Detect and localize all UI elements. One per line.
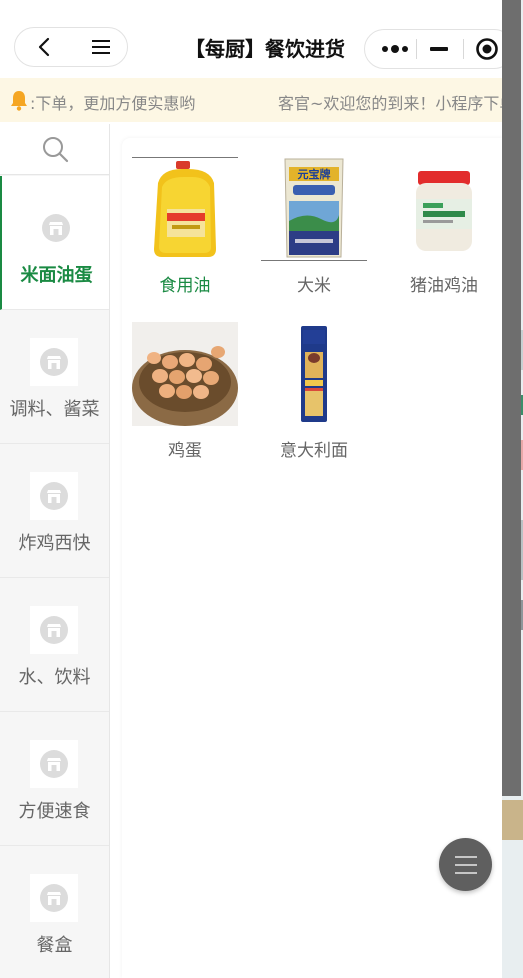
sidebar-item-rice-noodle-oil-egg[interactable]: 米面油蛋 xyxy=(0,176,109,310)
shop-icon xyxy=(42,214,70,242)
miniprogram-capsule xyxy=(364,29,502,69)
background-strip xyxy=(500,0,523,978)
sidebar-item-label: 米面油蛋 xyxy=(20,265,93,286)
product-item-eggs[interactable]: 鸡蛋 xyxy=(132,322,238,461)
sidebar-item-instant-food[interactable]: 方便速食 xyxy=(0,712,109,846)
notice-text-secondary: 客官~欢迎您的到来！小程序下单 xyxy=(278,94,502,113)
scrollbar[interactable] xyxy=(502,0,521,796)
menu-button[interactable] xyxy=(72,28,129,66)
more-dots-icon xyxy=(382,45,408,53)
sidebar-item-lunch-box[interactable]: 餐盒 xyxy=(0,846,109,978)
minimize-button[interactable] xyxy=(421,30,457,68)
header: 【每厨】餐饮进货 xyxy=(0,0,502,78)
product-image xyxy=(261,322,367,426)
product-name: 猪油鸡油 xyxy=(410,276,478,296)
category-icon xyxy=(32,204,80,252)
sidebar-item-fried-chicken[interactable]: 炸鸡西快 xyxy=(0,444,109,578)
product-item-oil[interactable]: 食用油 xyxy=(132,157,238,296)
sidebar-item-label: 水、饮料 xyxy=(18,667,91,688)
bell-icon xyxy=(11,91,27,111)
minus-icon xyxy=(430,47,448,51)
product-item-lard[interactable]: 猪油鸡油 xyxy=(391,157,497,296)
hamburger-icon xyxy=(454,855,477,874)
notice-bar[interactable]: :下单，更加方便实惠哟 客官~欢迎您的到来！小程序下单 xyxy=(0,78,502,122)
shop-icon xyxy=(40,616,68,644)
search-icon xyxy=(42,137,68,163)
category-icon xyxy=(30,338,78,386)
sidebar-item-drinks[interactable]: 水、饮料 xyxy=(0,578,109,712)
category-icon xyxy=(30,874,78,922)
sidebar-item-label: 方便速食 xyxy=(18,801,91,822)
rice-bag-image: 元宝牌 xyxy=(261,158,367,261)
sidebar-item-label: 调料、酱菜 xyxy=(9,399,100,420)
search-button[interactable] xyxy=(0,124,109,175)
phone-screen: 【每厨】餐饮进货:下单，更加方便实惠哟 客官~欢迎您的到来！小程序下单 米面油… xyxy=(0,0,502,978)
shop-icon xyxy=(40,482,68,510)
category-sidebar: 米面油蛋 调料、酱菜 炸鸡西快 水、饮料 方便速食 餐盒 xyxy=(0,124,110,978)
notice-text-primary: :下单，更加方便实惠哟 xyxy=(30,94,196,113)
product-image: 元宝牌 xyxy=(261,157,367,261)
target-circle-icon xyxy=(476,38,498,60)
product-name: 意大利面 xyxy=(280,441,348,461)
product-name: 鸡蛋 xyxy=(168,441,202,461)
category-icon xyxy=(30,740,78,788)
category-icon xyxy=(30,606,78,654)
sidebar-item-label: 餐盒 xyxy=(36,935,73,956)
shop-icon xyxy=(40,348,68,376)
category-icon xyxy=(30,472,78,520)
capsule-divider xyxy=(463,39,464,59)
back-button[interactable] xyxy=(15,28,72,66)
chevron-left-icon xyxy=(38,37,49,57)
close-button[interactable] xyxy=(469,30,502,68)
nav-pill xyxy=(14,27,128,67)
product-name: 食用油 xyxy=(159,276,211,296)
product-name: 大米 xyxy=(297,276,331,296)
floating-menu-button[interactable] xyxy=(439,838,492,891)
shop-icon xyxy=(40,750,68,778)
shop-icon xyxy=(40,884,68,912)
product-item-rice[interactable]: 元宝牌 大米 xyxy=(261,157,367,296)
product-image xyxy=(132,322,238,426)
oil-bottle-image xyxy=(132,157,238,257)
egg-basket-image xyxy=(132,322,238,426)
product-image xyxy=(391,157,497,261)
lard-jar-image xyxy=(416,171,472,251)
product-image xyxy=(132,157,238,261)
hamburger-icon xyxy=(91,40,110,54)
spaghetti-pack-image xyxy=(301,326,327,422)
capsule-divider xyxy=(416,39,417,59)
sidebar-item-seasoning[interactable]: 调料、酱菜 xyxy=(0,310,109,444)
page-title: 【每厨】餐饮进货 xyxy=(185,37,345,61)
more-button[interactable] xyxy=(375,30,415,68)
product-item-spaghetti[interactable]: 意大利面 xyxy=(261,322,367,461)
sidebar-item-label: 炸鸡西快 xyxy=(18,533,91,554)
svg-text:元宝牌: 元宝牌 xyxy=(298,167,331,181)
